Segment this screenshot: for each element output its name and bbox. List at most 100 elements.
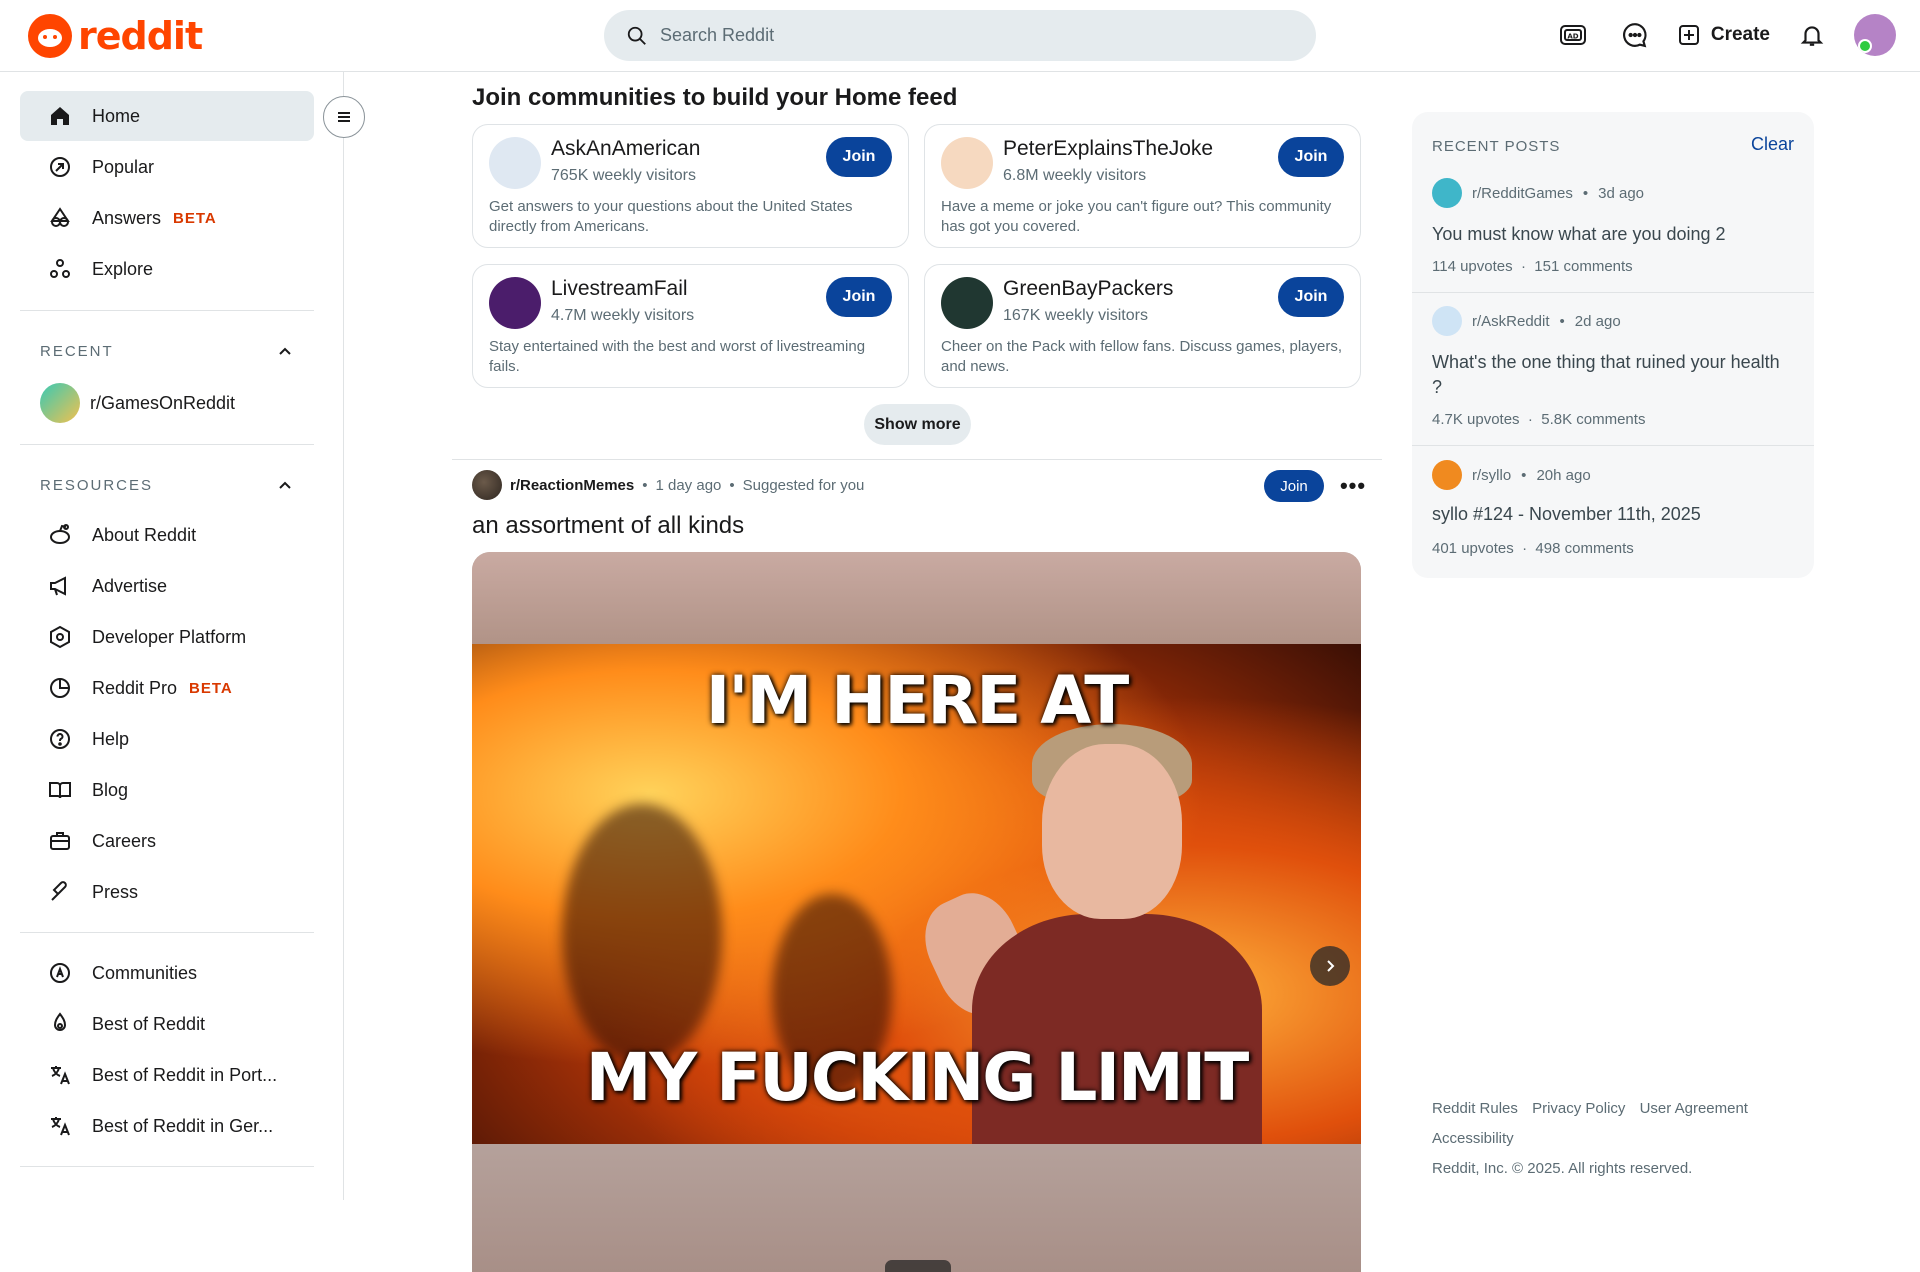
search-icon <box>627 26 646 45</box>
recent-post-title[interactable]: You must know what are you doing 2 <box>1432 222 1792 247</box>
join-button[interactable]: Join <box>826 137 892 177</box>
footer-link[interactable]: Privacy Policy <box>1532 1100 1625 1117</box>
create-button[interactable]: Create <box>1677 15 1770 55</box>
advertise-button[interactable]: AD <box>1553 15 1593 55</box>
join-communities-title: Join communities to build your Home feed <box>472 84 958 111</box>
meta-separator: • <box>1582 184 1589 202</box>
footer-link[interactable]: Accessibility <box>1432 1130 1514 1147</box>
help-icon <box>50 729 70 749</box>
upvotes-count: 401 upvotes <box>1432 540 1514 557</box>
recent-item-gamesonreddit[interactable]: r/GamesOnReddit <box>20 378 314 428</box>
recent-section-toggle[interactable]: RECENT <box>40 342 294 360</box>
carousel-next-button[interactable] <box>1310 946 1350 986</box>
recent-post-stats: 114 upvotes · 151 comments <box>1432 258 1633 275</box>
recent-post-subreddit[interactable]: r/syllo <box>1472 467 1511 484</box>
meta-separator: • <box>642 476 648 494</box>
recent-post-item[interactable]: r/syllo • 20h ago syllo #124 - November … <box>1412 460 1814 570</box>
nav-label: Best of Reddit <box>92 1013 206 1034</box>
meme-caption-bottom: MY FUCKING LIMIT <box>585 1039 1250 1116</box>
nav-label: Home <box>92 105 141 126</box>
nav-careers[interactable]: Careers <box>20 816 314 866</box>
nav-developer-platform[interactable]: Developer Platform <box>20 612 314 662</box>
nav-label: Best of Reddit in Port... <box>92 1064 278 1085</box>
post-time: 1 day ago <box>655 476 722 494</box>
post-subreddit[interactable]: r/ReactionMemes <box>510 477 634 494</box>
nav-label: Help <box>92 728 130 749</box>
community-card-greenbaypackers[interactable]: GreenBayPackers 167K weekly visitors Che… <box>924 264 1361 388</box>
home-icon <box>51 107 69 125</box>
plus-square-icon <box>1678 25 1699 45</box>
recent-post-time: 20h ago <box>1536 466 1591 484</box>
show-more-button[interactable]: Show more <box>864 404 971 445</box>
recent-post-item[interactable]: r/AskReddit • 2d ago What's the one thin… <box>1412 306 1814 436</box>
post-overflow-menu[interactable]: ••• <box>1336 470 1370 502</box>
answers-icon <box>50 207 70 227</box>
top-actions: AD Create <box>1553 14 1896 56</box>
nav-reddit-pro[interactable]: Reddit Pro BETA <box>20 663 314 713</box>
recent-post-subreddit[interactable]: r/RedditGames <box>1472 185 1573 202</box>
nav-home[interactable]: Home <box>20 91 314 141</box>
community-card-peterexplainsthejoke[interactable]: PeterExplainsTheJoke 6.8M weekly visitor… <box>924 124 1361 248</box>
nav-answers[interactable]: Answers BETA <box>20 193 314 243</box>
resources-heading: RESOURCES <box>40 476 154 494</box>
community-avatar <box>489 277 541 329</box>
nav-label: Developer Platform <box>92 626 247 647</box>
nav-best-of-reddit[interactable]: Best of Reddit <box>20 999 314 1049</box>
join-button[interactable]: Join <box>1278 137 1344 177</box>
footer-copyright: Reddit, Inc. © 2025. All rights reserved… <box>1432 1160 1693 1177</box>
post-meta: r/ReactionMemes • 1 day ago • Suggested … <box>472 470 864 500</box>
join-button[interactable]: Join <box>1278 277 1344 317</box>
search-input[interactable] <box>660 25 1260 46</box>
upvotes-count: 4.7K upvotes <box>1432 411 1520 428</box>
post-title[interactable]: an assortment of all kinds <box>472 512 744 540</box>
reddit-snoo-icon <box>28 14 72 58</box>
community-description: Cheer on the Pack with fellow fans. Disc… <box>941 338 1343 375</box>
clear-recent-button[interactable]: Clear <box>1751 134 1794 155</box>
recent-posts-panel: RECENT POSTS Clear r/RedditGames • 3d ag… <box>1412 112 1814 578</box>
subreddit-avatar <box>1432 306 1462 336</box>
flame-shadow <box>562 804 722 1064</box>
community-name: AskAnAmerican <box>551 137 701 160</box>
recent-post-title[interactable]: What's the one thing that ruined your he… <box>1432 350 1792 400</box>
collapse-sidebar-button[interactable] <box>323 96 365 138</box>
footer-link[interactable]: User Agreement <box>1640 1100 1748 1117</box>
nav-best-of-reddit-german[interactable]: Best of Reddit in Ger... <box>20 1101 314 1151</box>
nav-advertise[interactable]: Advertise <box>20 561 314 611</box>
reddit-logo[interactable]: reddit <box>28 14 203 58</box>
footer-links: Reddit Rules Privacy Policy User Agreeme… <box>1432 1094 1792 1184</box>
more-dots-icon: ••• <box>1339 473 1367 498</box>
recent-post-item[interactable]: r/RedditGames • 3d ago You must know wha… <box>1412 178 1814 288</box>
join-button[interactable]: Join <box>826 277 892 317</box>
resources-section-toggle[interactable]: RESOURCES <box>40 476 294 494</box>
community-card-livestreamfail[interactable]: LivestreamFail 4.7M weekly visitors Stay… <box>472 264 909 388</box>
community-card-askanamerican[interactable]: AskAnAmerican 765K weekly visitors Get a… <box>472 124 909 248</box>
footer-link[interactable]: Reddit Rules <box>1432 1100 1518 1117</box>
nav-best-of-reddit-portuguese[interactable]: Best of Reddit in Port... <box>20 1050 314 1100</box>
recent-post-sub: r/AskReddit • 2d ago <box>1432 306 1621 336</box>
nav-popular[interactable]: Popular <box>20 142 314 192</box>
megaphone-icon <box>50 576 66 596</box>
nav-explore[interactable]: Explore <box>20 244 314 294</box>
notifications-button[interactable] <box>1792 15 1832 55</box>
translate-icon <box>51 1066 70 1085</box>
subreddit-avatar[interactable] <box>472 470 502 500</box>
press-icon <box>51 881 67 901</box>
translate-icon <box>51 1117 70 1136</box>
create-label: Create <box>1710 24 1770 45</box>
carousel-dots[interactable] <box>885 1260 951 1272</box>
post-join-button[interactable]: Join <box>1264 470 1324 502</box>
nav-press[interactable]: Press <box>20 867 314 917</box>
chat-button[interactable] <box>1615 15 1655 55</box>
nav-blog[interactable]: Blog <box>20 765 314 815</box>
nav-help[interactable]: Help <box>20 714 314 764</box>
developer-icon <box>50 625 70 649</box>
nav-communities[interactable]: Communities <box>20 948 314 998</box>
post-media-carousel[interactable]: I'M HERE AT MY FUCKING LIMIT <box>472 552 1361 1272</box>
recent-post-subreddit[interactable]: r/AskReddit <box>1472 313 1550 330</box>
svg-text:AD: AD <box>1567 33 1578 41</box>
nav-about-reddit[interactable]: About Reddit <box>20 510 314 560</box>
search-bar[interactable] <box>604 10 1316 61</box>
user-avatar[interactable] <box>1854 14 1896 56</box>
comments-count: 151 comments <box>1534 258 1633 275</box>
recent-post-title[interactable]: syllo #124 - November 11th, 2025 <box>1432 502 1792 527</box>
